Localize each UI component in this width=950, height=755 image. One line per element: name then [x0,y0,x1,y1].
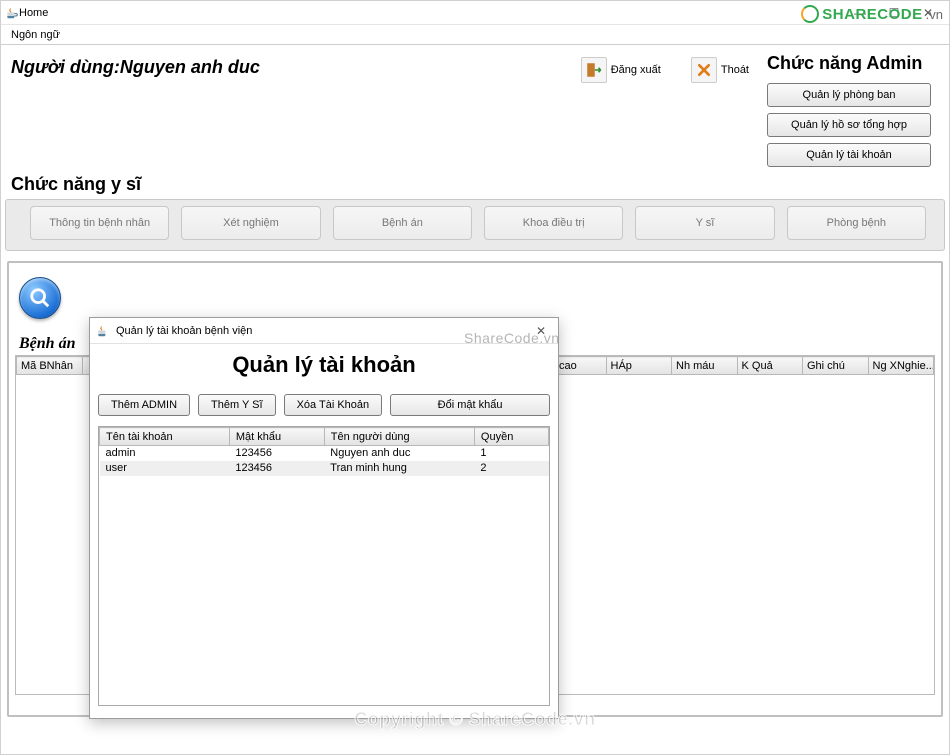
change-password-button[interactable]: Đổi mật khẩu [390,394,550,416]
window-minimize[interactable]: — [843,2,877,24]
benhan-col[interactable]: K Quả [737,357,803,375]
java-icon [96,324,110,338]
admin-header: Chức năng Admin [767,53,931,74]
doctor-ys-button[interactable]: Y sĩ [635,206,774,240]
add-admin-button[interactable]: Thêm ADMIN [98,394,190,416]
search-icon [29,287,51,309]
menubar: Ngôn ngữ [1,25,949,45]
dialog-title: Quản lý tài khoản bệnh viện [116,325,522,337]
doctor-room-button[interactable]: Phòng bệnh [787,206,926,240]
java-icon [5,6,19,20]
col-name[interactable]: Tên người dùng [324,428,474,446]
doctor-info-button[interactable]: Thông tin bệnh nhân [30,206,169,240]
account-row[interactable]: user123456Tran minh hung2 [100,461,549,476]
delete-account-button[interactable]: Xóa Tài Khoản [284,394,383,416]
exit-icon [691,57,717,83]
benhan-col[interactable]: Ng XNghie... [868,357,934,375]
account-dialog: Quản lý tài khoản bệnh viện ✕ Quản lý tà… [89,317,559,719]
benhan-col[interactable]: Ghi chú [803,357,869,375]
admin-taikhoan-button[interactable]: Quản lý tài khoản [767,143,931,167]
doctor-dept-button[interactable]: Khoa điều trị [484,206,623,240]
exit-button[interactable]: Thoát [691,57,749,83]
user-label: Người dùng:Nguyen anh duc [11,51,260,78]
add-ys-button[interactable]: Thêm Y Sĩ [198,394,276,416]
col-role[interactable]: Quyền [474,428,548,446]
menu-language[interactable]: Ngôn ngữ [5,27,66,43]
admin-phongban-button[interactable]: Quản lý phòng ban [767,83,931,107]
benhan-col[interactable]: Mã BNhân [17,357,83,375]
col-pass[interactable]: Mật khẩu [229,428,324,446]
window-titlebar: Home — ☐ ✕ [1,1,949,25]
window-close[interactable]: ✕ [911,2,945,24]
dialog-heading: Quản lý tài khoản [90,344,558,390]
benhan-col[interactable]: HÁp [606,357,672,375]
doctor-header: Chức năng y sĩ [1,170,949,199]
doctor-record-button[interactable]: Bệnh án [333,206,472,240]
admin-hoso-button[interactable]: Quản lý hồ sơ tổng hợp [767,113,931,137]
accounts-table[interactable]: Tên tài khoản Mật khẩu Tên người dùng Qu… [98,426,550,706]
dialog-close[interactable]: ✕ [528,320,554,342]
window-maximize[interactable]: ☐ [877,2,911,24]
account-row[interactable]: admin123456Nguyen anh duc1 [100,446,549,461]
logout-icon [581,57,607,83]
window-title: Home [19,7,48,19]
search-button[interactable] [19,277,61,319]
doctor-toolbar: Thông tin bệnh nhân Xét nghiệm Bệnh án K… [5,199,945,251]
doctor-test-button[interactable]: Xét nghiệm [181,206,320,240]
logout-button[interactable]: Đăng xuất [581,57,661,83]
col-user[interactable]: Tên tài khoản [100,428,230,446]
benhan-col[interactable]: Nh máu [672,357,738,375]
